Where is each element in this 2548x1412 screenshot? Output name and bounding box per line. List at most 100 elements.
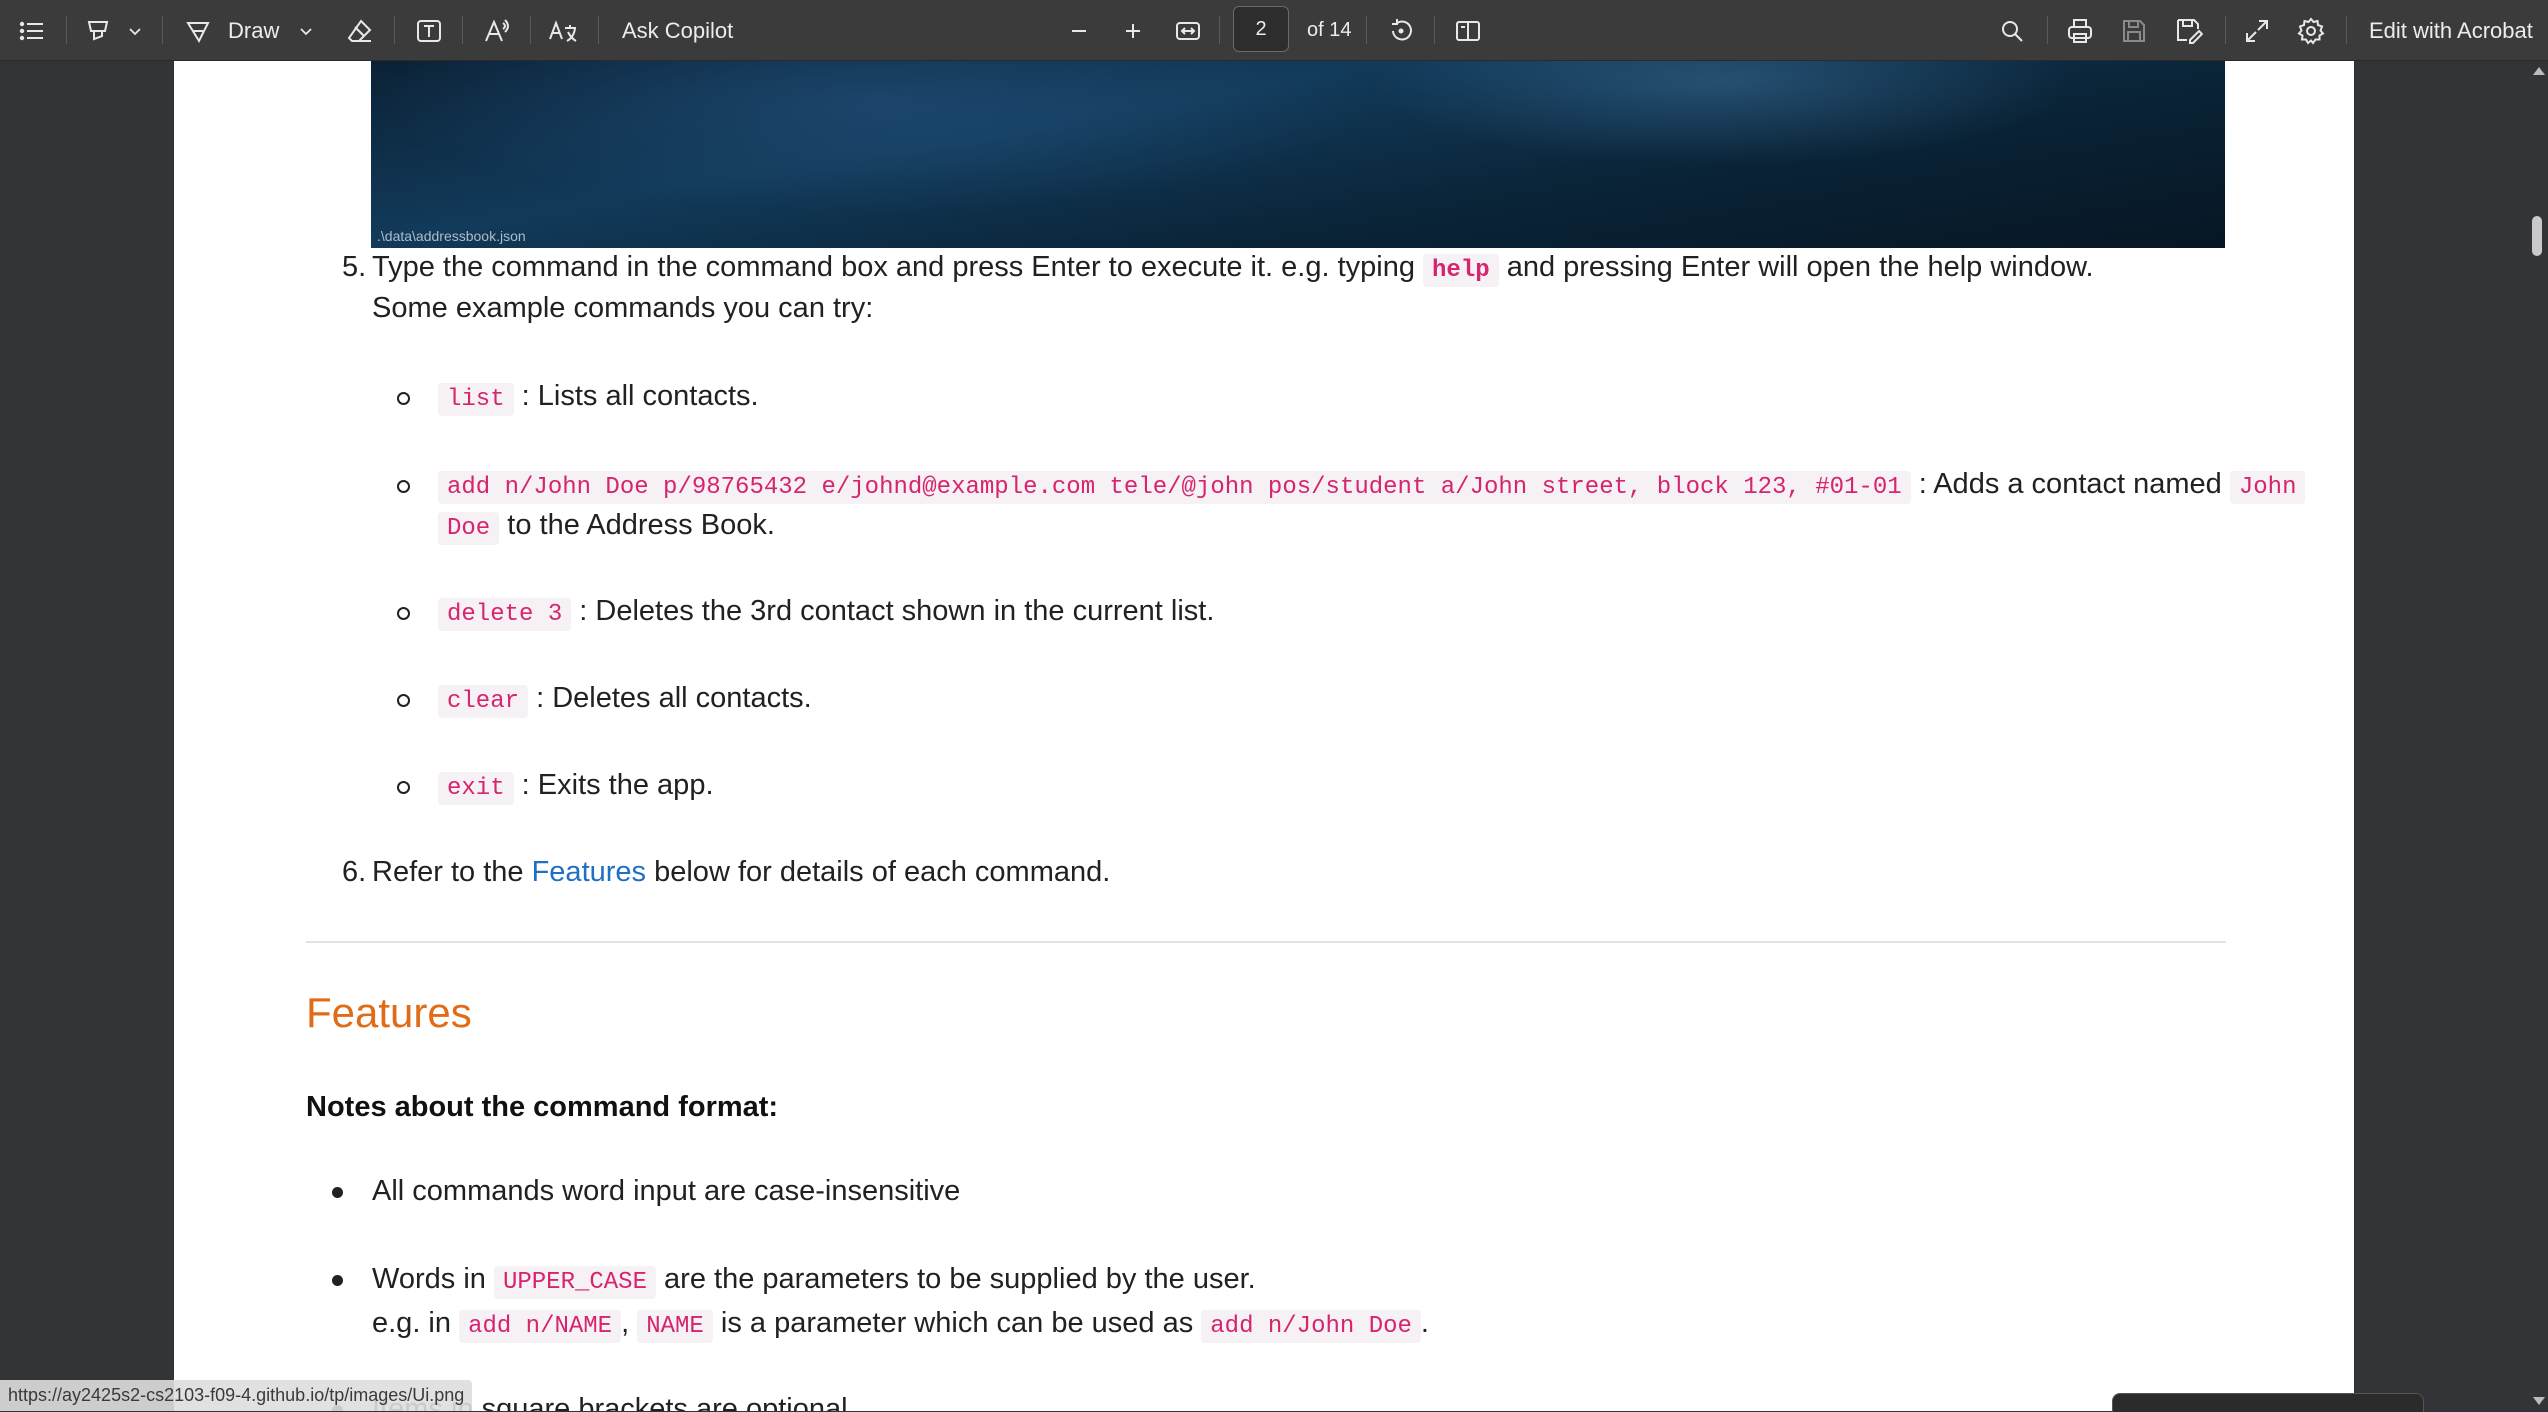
example-code-doe: Doe: [438, 512, 500, 545]
rotate-icon[interactable]: [1387, 0, 1415, 61]
note-text: is a parameter which can be used as: [720, 1307, 1194, 1339]
example-delete: delete 3 : Deletes the 3rd contact shown…: [438, 595, 1215, 631]
bullet-circle: [397, 480, 410, 493]
read-aloud-icon[interactable]: [483, 0, 511, 61]
example-desc: : Deletes the 3rd contact shown in the c…: [579, 595, 1215, 627]
toolbar-separator: [462, 16, 463, 44]
chevron-down-icon[interactable]: [128, 0, 142, 61]
step5-line1: Type the command in the command box and …: [372, 251, 2094, 287]
note-upper-case: Words in UPPER_CASE are the parameters t…: [372, 1263, 1256, 1299]
page-number-input[interactable]: [1233, 6, 1289, 52]
step6-text-after: below for details of each command.: [654, 856, 1111, 888]
zoom-out-icon[interactable]: [1067, 0, 1091, 61]
step5-text-before: Type the command in the command box and …: [372, 251, 1415, 283]
ask-copilot-button[interactable]: Ask Copilot: [622, 0, 733, 61]
translate-icon[interactable]: [548, 0, 578, 61]
section-divider: [306, 941, 2226, 943]
example-add: add n/John Doe p/98765432 e/johnd@exampl…: [438, 468, 2306, 504]
example-clear: clear : Deletes all contacts.: [438, 682, 812, 718]
toolbar-separator: [598, 16, 599, 44]
notes-heading: Notes about the command format:: [306, 1091, 779, 1123]
list-number-5: 5.: [342, 251, 367, 283]
example-desc-2: to the Address Book.: [507, 509, 775, 541]
example-code: list: [438, 383, 514, 416]
note-text: .: [1420, 1307, 1429, 1339]
text-box-icon[interactable]: [415, 0, 443, 61]
toolbar-separator: [530, 16, 531, 44]
example-code: exit: [438, 772, 514, 805]
scroll-thumb[interactable]: [2532, 216, 2542, 256]
toolbar-separator: [162, 16, 163, 44]
contents-icon[interactable]: [18, 0, 46, 61]
toolbar-separator: [394, 16, 395, 44]
note-upper-case-example: e.g. in add n/NAME, NAME is a parameter …: [372, 1307, 1429, 1343]
draw-icon: [186, 21, 210, 43]
link-status-url: https://ay2425s2-cs2103-f09-4.github.io/…: [0, 1380, 473, 1411]
example-exit: exit : Exits the app.: [438, 769, 714, 805]
vertical-scrollbar[interactable]: [2528, 61, 2548, 1411]
step5-text-after: and pressing Enter will open the help wi…: [1506, 251, 2094, 283]
page-total: of 14: [1307, 19, 1352, 41]
bullet-circle: [397, 392, 410, 405]
step5-line2: Some example commands you can try:: [372, 292, 874, 324]
edit-with-acrobat-button[interactable]: Edit with Acrobat: [2369, 0, 2533, 61]
floating-panel-edge: [2112, 1393, 2424, 1412]
features-heading: Features: [306, 989, 472, 1036]
draw-button[interactable]: Draw: [184, 0, 279, 61]
toolbar-separator: [66, 16, 67, 44]
search-icon[interactable]: [1999, 0, 2025, 61]
example-code-john: John: [2229, 471, 2306, 504]
page-view-icon[interactable]: [1454, 0, 1482, 61]
bullet-circle: [397, 607, 410, 620]
zoom-in-icon[interactable]: [1121, 0, 1145, 61]
save-icon[interactable]: [2121, 0, 2147, 61]
note-text: Words in: [372, 1263, 486, 1295]
chevron-down-icon[interactable]: [299, 0, 313, 61]
scroll-up-arrow-icon[interactable]: [2533, 67, 2545, 75]
note-case-insensitive: All commands word input are case-insensi…: [372, 1175, 961, 1207]
scroll-down-arrow-icon[interactable]: [2533, 1397, 2545, 1405]
list-number-6: 6.: [342, 856, 367, 888]
toolbar-separator: [1434, 16, 1435, 44]
toolbar-separator: [1366, 16, 1367, 44]
draw-label: Draw: [228, 17, 280, 43]
example-code: clear: [438, 685, 529, 718]
toolbar-separator: [1219, 16, 1220, 44]
bullet-dot: [332, 1187, 343, 1198]
save-as-icon[interactable]: [2175, 0, 2203, 61]
add-name-code: add n/NAME: [459, 1310, 622, 1343]
pdf-toolbar: Draw Ask Copilot 2 of 14 Edit with Acrob…: [0, 0, 2548, 61]
example-desc: : Deletes all contacts.: [536, 682, 812, 714]
example-desc: : Exits the app.: [521, 769, 714, 801]
example-code: delete 3: [438, 598, 572, 631]
example-code: add n/John Doe p/98765432 e/johnd@exampl…: [438, 471, 1911, 504]
print-icon[interactable]: [2066, 0, 2094, 61]
edit-with-acrobat-label: Edit with Acrobat: [2369, 17, 2533, 43]
features-link[interactable]: Features: [532, 856, 646, 888]
add-john-doe-code: add n/John Doe: [1201, 1310, 1421, 1343]
upper-case-code: UPPER_CASE: [493, 1266, 656, 1299]
highlight-icon[interactable]: [84, 0, 112, 61]
note-text: are the parameters to be supplied by the…: [664, 1263, 1256, 1295]
toolbar-separator: [2346, 16, 2347, 44]
help-code: help: [1423, 254, 1499, 287]
example-desc: : Adds a contact named: [1918, 468, 2222, 500]
fit-width-icon[interactable]: [1174, 0, 1202, 61]
step6-line: Refer to the Features below for details …: [372, 856, 1110, 889]
note-text: ,: [621, 1307, 630, 1339]
example-list: list : Lists all contacts.: [438, 380, 759, 416]
app-screenshot-image: .\data\addressbook.json: [371, 61, 2225, 248]
settings-gear-icon[interactable]: [2297, 0, 2325, 61]
eraser-icon[interactable]: [346, 0, 374, 61]
toolbar-separator: [2047, 16, 2048, 44]
bullet-circle: [397, 694, 410, 707]
fullscreen-icon[interactable]: [2244, 0, 2270, 61]
bullet-circle: [397, 781, 410, 794]
ask-copilot-label: Ask Copilot: [622, 17, 734, 43]
step6-text-before: Refer to the: [372, 856, 524, 888]
example-desc: : Lists all contacts.: [521, 380, 759, 412]
pdf-page: .\data\addressbook.json 5. Type the comm…: [174, 61, 2354, 1411]
bullet-dot: [332, 1275, 343, 1286]
toolbar-separator: [2225, 16, 2226, 44]
screenshot-caption: .\data\addressbook.json: [377, 228, 526, 244]
